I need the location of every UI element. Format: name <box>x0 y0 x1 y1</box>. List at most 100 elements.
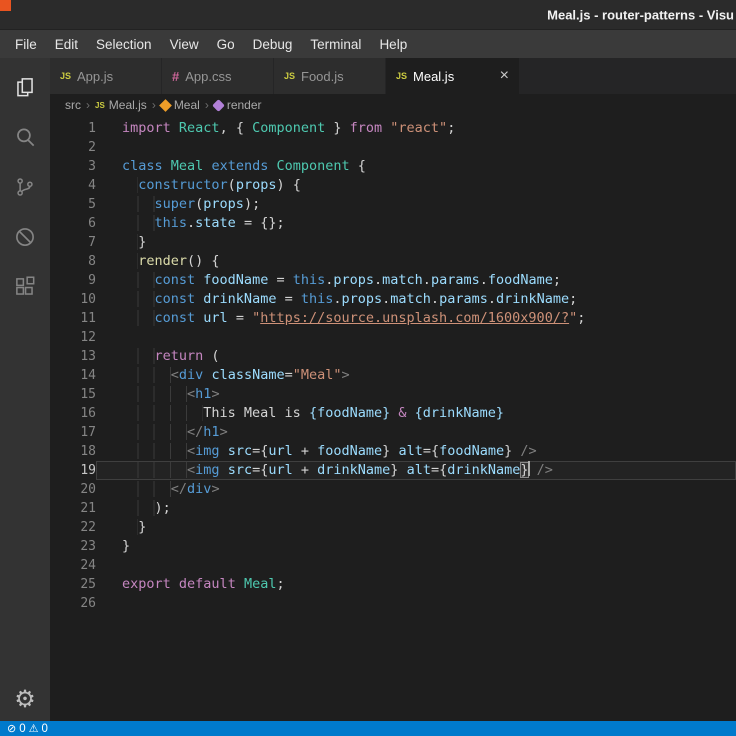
code-line-20[interactable]: 20 </div> <box>50 480 736 499</box>
line-number[interactable]: 17 <box>50 423 96 442</box>
explorer-icon[interactable] <box>1 62 49 112</box>
line-number[interactable]: 14 <box>50 366 96 385</box>
code-line-1[interactable]: 1 import React, { Component } from "react… <box>50 119 736 138</box>
code-line-21[interactable]: 21 ); <box>50 499 736 518</box>
corner-marker <box>0 0 11 11</box>
code-line-26[interactable]: 26 <box>50 594 736 613</box>
code-line-3[interactable]: 3 class Meal extends Component { <box>50 157 736 176</box>
code-line-15[interactable]: 15 <h1> <box>50 385 736 404</box>
problems-indicator[interactable]: ⊘ 0 ⚠ 0 <box>7 722 48 736</box>
source-control-icon[interactable] <box>1 162 49 212</box>
menu-bar: File Edit Selection View Go Debug Terminal Help <box>0 30 736 58</box>
menu-view[interactable]: View <box>161 33 208 56</box>
url-link[interactable]: https://source.unsplash.com/1600x900/? <box>260 310 569 326</box>
code-line-2[interactable]: 2 <box>50 138 736 157</box>
breadcrumb-item-render[interactable]: render <box>211 98 263 112</box>
search-icon[interactable] <box>1 112 49 162</box>
code-token: img <box>195 462 220 478</box>
line-number[interactable]: 18 <box>50 442 96 461</box>
code-line-5[interactable]: 5 super(props); <box>50 195 736 214</box>
line-number[interactable]: 9 <box>50 271 96 290</box>
line-number[interactable]: 24 <box>50 556 96 575</box>
code-text: const foodName = this.props.match.params… <box>96 271 736 290</box>
code-token: img <box>195 443 220 459</box>
code-text: super(props); <box>96 195 736 214</box>
breadcrumb-item-meal-js[interactable]: JS Meal.js <box>94 98 148 112</box>
line-number[interactable]: 8 <box>50 252 96 271</box>
code-token: drinkName <box>317 462 391 478</box>
code-token <box>122 405 204 421</box>
line-number[interactable]: 19 <box>50 461 96 480</box>
line-number[interactable]: 3 <box>50 157 96 176</box>
tab-label: Meal.js <box>413 68 455 84</box>
code-line-4[interactable]: 4 constructor(props) { <box>50 176 736 195</box>
menu-selection[interactable]: Selection <box>87 33 161 56</box>
debug-icon[interactable] <box>1 212 49 262</box>
line-number[interactable]: 4 <box>50 176 96 195</box>
code-text: const url = "https://source.unsplash.com… <box>96 309 736 328</box>
line-number[interactable]: 2 <box>50 138 96 157</box>
menu-file[interactable]: File <box>6 33 46 56</box>
breadcrumb-item-src[interactable]: src <box>64 98 82 112</box>
line-number[interactable]: 23 <box>50 537 96 556</box>
code-token <box>122 177 139 193</box>
code-line-23[interactable]: 23} <box>50 537 736 556</box>
code-line-24[interactable]: 24 <box>50 556 736 575</box>
line-number[interactable]: 7 <box>50 233 96 252</box>
code-line-7[interactable]: 7 } <box>50 233 736 252</box>
tab-app-js[interactable]: JS App.js <box>50 58 162 94</box>
code-area[interactable]: 1 import React, { Component } from "react… <box>50 116 736 721</box>
menu-go[interactable]: Go <box>208 33 244 56</box>
line-number[interactable]: 11 <box>50 309 96 328</box>
breadcrumb-item-meal[interactable]: Meal <box>158 98 201 112</box>
line-number[interactable]: 15 <box>50 385 96 404</box>
error-icon: ⊘ <box>7 723 17 735</box>
code-token: ={ <box>252 443 269 459</box>
code-line-22[interactable]: 22 } <box>50 518 736 537</box>
line-number[interactable]: 16 <box>50 404 96 423</box>
line-number[interactable]: 22 <box>50 518 96 537</box>
tab-food-js[interactable]: JS Food.js <box>274 58 386 94</box>
code-token <box>122 424 188 440</box>
tab-meal-js[interactable]: JS Meal.js × <box>386 58 520 94</box>
code-line-17[interactable]: 17 </h1> <box>50 423 736 442</box>
code-token: } <box>504 443 521 459</box>
code-line-25[interactable]: 25 export default Meal; <box>50 575 736 594</box>
line-number[interactable]: 6 <box>50 214 96 233</box>
tab-app-css[interactable]: # App.css <box>162 58 274 94</box>
title-bar[interactable]: Meal.js - router-patterns - Visu <box>0 0 736 30</box>
line-number[interactable]: 10 <box>50 290 96 309</box>
menu-debug[interactable]: Debug <box>244 33 302 56</box>
code-token: ; <box>569 291 578 307</box>
line-number[interactable]: 25 <box>50 575 96 594</box>
menu-terminal[interactable]: Terminal <box>301 33 370 56</box>
line-number[interactable]: 21 <box>50 499 96 518</box>
code-line-11[interactable]: 11 const url = "https://source.unsplash.… <box>50 309 736 328</box>
code-token: alt <box>406 462 431 478</box>
code-line-16[interactable]: 16 This Meal is {foodName} & {drinkName} <box>50 404 736 423</box>
line-number[interactable]: 1 <box>50 119 96 138</box>
line-number[interactable]: 26 <box>50 594 96 613</box>
code-line-8[interactable]: 8 render() { <box>50 252 736 271</box>
code-line-13[interactable]: 13 return ( <box>50 347 736 366</box>
line-number[interactable]: 5 <box>50 195 96 214</box>
settings-gear-icon[interactable]: ⚙ <box>1 677 49 721</box>
menu-help[interactable]: Help <box>370 33 416 56</box>
line-number[interactable]: 12 <box>50 328 96 347</box>
code-line-10[interactable]: 10 const drinkName = this.props.match.pa… <box>50 290 736 309</box>
code-line-12[interactable]: 12 <box>50 328 736 347</box>
code-line-19[interactable]: 19 <img src={url + drinkName} alt={drink… <box>50 461 736 480</box>
code-token: props <box>341 291 383 307</box>
line-number[interactable]: 20 <box>50 480 96 499</box>
line-number[interactable]: 13 <box>50 347 96 366</box>
code-token <box>122 462 188 478</box>
code-line-9[interactable]: 9 const foodName = this.props.match.para… <box>50 271 736 290</box>
code-line-6[interactable]: 6 this.state = {}; <box>50 214 736 233</box>
code-line-18[interactable]: 18 <img src={url + foodName} alt={foodNa… <box>50 442 736 461</box>
code-token: div <box>187 481 212 497</box>
close-icon[interactable]: × <box>500 68 509 84</box>
menu-edit[interactable]: Edit <box>46 33 87 56</box>
code-line-14[interactable]: 14 <div className="Meal"> <box>50 366 736 385</box>
extensions-icon[interactable] <box>1 262 49 312</box>
